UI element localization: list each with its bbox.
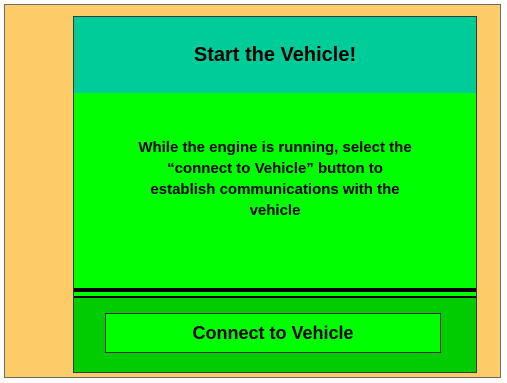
instruction-message: While the engine is running, select the … bbox=[74, 137, 476, 221]
instruction-line: “connect to Vehicle” button to bbox=[167, 160, 383, 177]
app-frame: Start the Vehicle! While the engine is r… bbox=[4, 4, 501, 378]
instruction-line: vehicle bbox=[249, 202, 301, 219]
instruction-line: establish communications with the bbox=[150, 181, 400, 198]
dialog-footer: Connect to Vehicle bbox=[74, 298, 476, 372]
dialog-header: Start the Vehicle! bbox=[74, 17, 476, 93]
page-title: Start the Vehicle! bbox=[193, 43, 357, 66]
connect-to-vehicle-button[interactable]: Connect to Vehicle bbox=[105, 313, 441, 353]
dialog-panel: Start the Vehicle! While the engine is r… bbox=[73, 16, 477, 373]
divider-thick bbox=[74, 288, 476, 292]
instruction-line: While the engine is running, select the bbox=[138, 139, 412, 156]
